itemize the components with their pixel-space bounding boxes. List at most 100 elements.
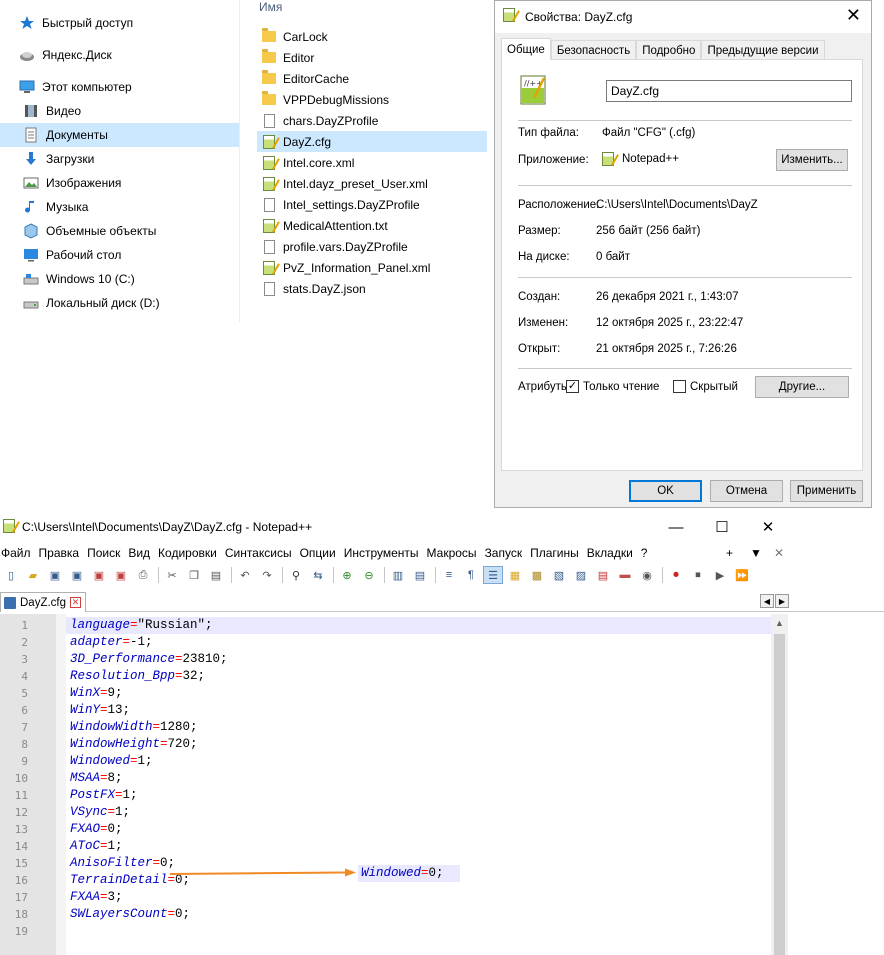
menu-edit[interactable]: Правка — [38, 546, 85, 560]
ok-button[interactable]: OK — [629, 480, 702, 502]
folder-workspace-icon[interactable]: ▨ — [571, 566, 591, 584]
nav-quick-access[interactable]: Быстрый доступ — [0, 11, 239, 35]
close-tab-icon[interactable]: ✕ — [70, 597, 82, 608]
file-row-selected[interactable]: DayZ.cfg — [257, 131, 487, 152]
monitoring-icon[interactable]: ◉ — [637, 566, 657, 584]
function-list-icon[interactable]: ▧ — [549, 566, 569, 584]
close-icon[interactable]: ✕ — [846, 6, 861, 24]
dialog-titlebar[interactable]: Свойства: DayZ.cfg ✕ — [495, 1, 871, 33]
hidden-checkbox[interactable]: Скрытый — [673, 380, 738, 393]
nav-3d-objects[interactable]: Объемные объекты — [0, 219, 239, 243]
sync-vertical-icon[interactable]: ▥ — [388, 566, 408, 584]
copy-icon[interactable]: ❐ — [184, 566, 204, 584]
file-row[interactable]: PvZ_Information_Panel.xml — [257, 257, 487, 278]
readonly-checkbox[interactable]: ✓ Только чтение — [566, 380, 659, 393]
file-row[interactable]: EditorCache — [257, 68, 487, 89]
udl-icon[interactable]: ▦ — [505, 566, 525, 584]
menu-view[interactable]: Вид — [127, 546, 155, 560]
vertical-scrollbar[interactable]: ▲ — [771, 614, 788, 955]
change-app-button[interactable]: Изменить... — [776, 149, 848, 171]
zoom-out-icon[interactable]: ⊖ — [359, 566, 379, 584]
menu-file[interactable]: Файл — [0, 546, 36, 560]
folder-as-workspace-icon[interactable]: ▬ — [615, 566, 635, 584]
file-row[interactable]: Intel_settings.DayZProfile — [257, 194, 487, 215]
close-document-icon[interactable]: ✕ — [774, 543, 784, 563]
open-file-icon[interactable]: ▰ — [23, 566, 43, 584]
nav-documents[interactable]: Документы — [0, 123, 239, 147]
file-row[interactable]: Editor — [257, 47, 487, 68]
file-row[interactable]: VPPDebugMissions — [257, 89, 487, 110]
redo-icon[interactable]: ↷ — [257, 566, 277, 584]
close-all-icon[interactable]: ▣ — [111, 566, 131, 584]
nav-yandex-disk[interactable]: Яндекс.Диск — [0, 43, 239, 67]
document-tab[interactable]: DayZ.cfg ✕ — [0, 592, 86, 612]
window-titlebar[interactable]: C:\Users\Intel\Documents\DayZ\DayZ.cfg -… — [0, 513, 884, 541]
file-row[interactable]: stats.DayZ.json — [257, 278, 487, 299]
find-icon[interactable]: ⚲ — [286, 566, 306, 584]
tab-general[interactable]: Общие — [501, 38, 551, 60]
doc-map-icon[interactable]: ▩ — [527, 566, 547, 584]
tab-previous-versions[interactable]: Предыдущие версии — [701, 40, 825, 60]
advanced-attributes-button[interactable]: Другие... — [755, 376, 849, 398]
minimize-icon[interactable]: — — [654, 515, 698, 539]
file-name-field[interactable]: DayZ.cfg — [606, 80, 852, 102]
stop-macro-icon[interactable]: ⏹ — [688, 566, 708, 584]
file-row[interactable]: MedicalAttention.txt — [257, 215, 487, 236]
nav-pictures[interactable]: Изображения — [0, 171, 239, 195]
file-row[interactable]: CarLock — [257, 26, 487, 47]
nav-desktop[interactable]: Рабочий стол — [0, 243, 239, 267]
undo-icon[interactable]: ↶ — [235, 566, 255, 584]
zoom-in-icon[interactable]: ⊕ — [337, 566, 357, 584]
tab-scroll-left-icon[interactable]: ◀ — [760, 594, 774, 608]
run-macro-multiple-icon[interactable]: ⏩ — [732, 566, 752, 584]
nav-drive-d[interactable]: Локальный диск (D:) — [0, 291, 239, 315]
nav-music[interactable]: Музыка — [0, 195, 239, 219]
menu-tools[interactable]: Инструменты — [343, 546, 424, 560]
maximize-icon[interactable]: ☐ — [700, 515, 744, 539]
record-macro-icon[interactable]: ⏺ — [666, 566, 686, 584]
scroll-up-icon[interactable]: ▲ — [771, 616, 788, 630]
close-file-icon[interactable]: ▣ — [89, 566, 109, 584]
dropdown-icon[interactable]: ▼ — [750, 543, 762, 563]
menu-macro[interactable]: Макросы — [426, 546, 482, 560]
save-icon[interactable]: ▣ — [45, 566, 65, 584]
scroll-thumb[interactable] — [774, 634, 785, 955]
menu-plugins[interactable]: Плагины — [529, 546, 584, 560]
file-row[interactable]: profile.vars.DayZProfile — [257, 236, 487, 257]
menu-encoding[interactable]: Кодировки — [157, 546, 222, 560]
tab-scroll-right-icon[interactable]: ▶ — [775, 594, 789, 608]
word-wrap-icon[interactable]: ≡ — [439, 566, 459, 584]
menu-search[interactable]: Поиск — [86, 546, 125, 560]
sync-horizontal-icon[interactable]: ▤ — [410, 566, 430, 584]
new-file-icon[interactable]: ▯ — [1, 566, 21, 584]
play-macro-icon[interactable]: ▶ — [710, 566, 730, 584]
show-all-chars-icon[interactable]: ¶ — [461, 566, 481, 584]
cut-icon[interactable]: ✂ — [162, 566, 182, 584]
nav-downloads[interactable]: Загрузки — [0, 147, 239, 171]
code-editor[interactable]: 1 language="Russian"; 2 adapter=-1; 3 3D_Perf… — [0, 614, 790, 955]
menu-run[interactable]: Запуск — [484, 546, 528, 560]
print-icon[interactable]: ⎙ — [133, 566, 153, 584]
pdf-icon[interactable]: ▤ — [593, 566, 613, 584]
paste-icon[interactable]: ▤ — [206, 566, 226, 584]
replace-icon[interactable]: ⇆ — [308, 566, 328, 584]
file-row[interactable]: Intel.dayz_preset_User.xml — [257, 173, 487, 194]
nav-drive-c[interactable]: Windows 10 (C:) — [0, 267, 239, 291]
cancel-button[interactable]: Отмена — [710, 480, 783, 502]
menu-help[interactable]: ? — [640, 546, 653, 560]
save-all-icon[interactable]: ▣ — [67, 566, 87, 584]
close-icon[interactable]: ✕ — [746, 515, 790, 539]
add-menu-button[interactable]: + — [726, 543, 733, 563]
menu-settings[interactable]: Опции — [299, 546, 341, 560]
apply-button[interactable]: Применить — [790, 480, 863, 502]
indent-guide-icon[interactable]: ☰ — [483, 566, 503, 584]
file-row[interactable]: Intel.core.xml — [257, 152, 487, 173]
tab-security[interactable]: Безопасность — [550, 40, 637, 60]
column-header-name[interactable]: Имя — [259, 0, 282, 14]
nav-this-pc[interactable]: Этот компьютер — [0, 75, 239, 99]
nav-video[interactable]: Видео — [0, 99, 239, 123]
tab-details[interactable]: Подробно — [636, 40, 702, 60]
file-row[interactable]: chars.DayZProfile — [257, 110, 487, 131]
menu-window[interactable]: Вкладки — [586, 546, 638, 560]
menu-language[interactable]: Синтаксисы — [224, 546, 297, 560]
